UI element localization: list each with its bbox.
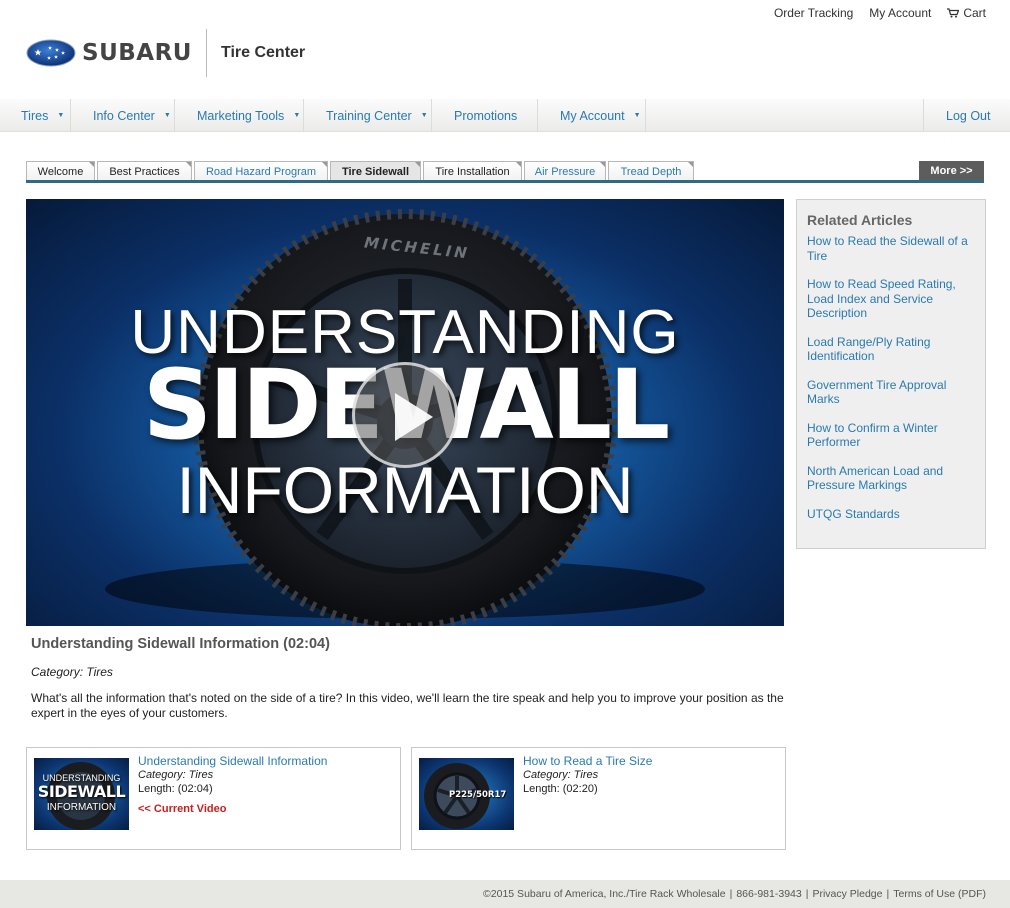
nav-log-out[interactable]: Log Out: [946, 99, 990, 132]
nav-divider: [923, 99, 924, 132]
logo-area[interactable]: SUBARU Tire Center: [26, 28, 305, 78]
related-article-link[interactable]: How to Confirm a Winter Performer: [807, 421, 975, 450]
nav-marketing-tools-label: Marketing Tools: [197, 108, 285, 123]
tab-tire-installation-label: Tire Installation: [435, 165, 510, 178]
nav-info-center-label: Info Center: [93, 108, 155, 123]
brand-name: SUBARU: [82, 40, 192, 66]
tab-corner: [600, 162, 605, 167]
main-nav: Tires ▼ Info Center ▼ Marketing Tools ▼ Tra…: [0, 99, 1010, 132]
thumb-line3: INFORMATION: [46, 802, 117, 813]
tab-corner: [186, 162, 191, 167]
more-tabs-button[interactable]: More >>: [919, 161, 984, 180]
site-subtitle: Tire Center: [220, 44, 306, 61]
tab-tire-installation[interactable]: Tire Installation: [423, 161, 522, 181]
nav-tires[interactable]: Tires ▼: [21, 99, 64, 132]
nav-training-center-label: Training Center: [326, 108, 412, 123]
video-card: UNDERSTANDING SIDEWALL INFORMATION Under…: [26, 747, 401, 850]
thumb-line2: SIDEWALL: [37, 782, 126, 801]
tab-corner: [415, 162, 420, 167]
footer-phone: 866-981-3943: [736, 888, 802, 900]
chevron-down-icon: ▼: [163, 112, 171, 119]
nav-marketing-tools[interactable]: Marketing Tools ▼: [197, 99, 300, 132]
chevron-down-icon: ▼: [633, 112, 641, 119]
video-thumbnail[interactable]: UNDERSTANDING SIDEWALL INFORMATION: [34, 758, 129, 830]
related-article-link[interactable]: How to Read Speed Rating, Load Index and…: [807, 277, 975, 321]
tab-best-practices-label: Best Practices: [109, 165, 180, 178]
chevron-down-icon: ▼: [420, 112, 428, 119]
video-card-title[interactable]: How to Read a Tire Size: [523, 754, 652, 768]
nav-divider: [645, 99, 646, 132]
tab-welcome[interactable]: Welcome: [26, 161, 95, 181]
current-video-label: << Current Video: [138, 803, 227, 815]
tire-size-label: P225/50R17: [449, 790, 507, 800]
video-player[interactable]: MICHELIN UNDERSTANDING SIDEWALL INFORMAT…: [26, 199, 784, 626]
video-title: Understanding Sidewall Information (02:0…: [31, 636, 330, 652]
cart-icon: [947, 8, 960, 18]
content-tabs: Welcome Best Practices Road Hazard Progr…: [26, 161, 984, 181]
related-article-link[interactable]: Government Tire Approval Marks: [807, 378, 975, 407]
related-article-link[interactable]: North American Load and Pressure Marking…: [807, 464, 975, 493]
tab-underline: [26, 180, 984, 183]
tab-air-pressure-label: Air Pressure: [534, 165, 596, 178]
nav-divider: [303, 99, 304, 132]
tab-tire-sidewall[interactable]: Tire Sidewall: [330, 161, 421, 181]
tab-road-hazard-program[interactable]: Road Hazard Program: [194, 161, 328, 181]
footer-separator: |: [805, 888, 809, 900]
chevron-down-icon: ▼: [293, 112, 301, 119]
play-button[interactable]: [352, 362, 458, 468]
nav-promotions[interactable]: Promotions: [454, 99, 517, 132]
nav-training-center[interactable]: Training Center ▼: [326, 99, 428, 132]
video-description: What's all the information that's noted …: [31, 691, 784, 720]
video-card-category: Category: Tires: [138, 769, 214, 781]
cart-label: Cart: [963, 6, 986, 20]
tab-best-practices[interactable]: Best Practices: [97, 161, 192, 181]
tab-welcome-label: Welcome: [37, 165, 84, 178]
tab-tread-depth-label: Tread Depth: [620, 165, 682, 178]
video-card-category: Category: Tires: [523, 769, 599, 781]
tab-tread-depth[interactable]: Tread Depth: [608, 161, 694, 181]
video-card-length: Length: (02:04): [138, 783, 213, 795]
nav-divider: [431, 99, 432, 132]
related-articles-panel: Related Articles How to Read the Sidewal…: [796, 199, 986, 549]
video-card-title[interactable]: Understanding Sidewall Information: [138, 754, 327, 768]
terms-of-use-link[interactable]: Terms of Use (PDF): [893, 888, 986, 900]
related-article-link[interactable]: How to Read the Sidewall of a Tire: [807, 234, 975, 263]
nav-my-account-label: My Account: [560, 108, 625, 123]
video-card: P225/50R17 How to Read a Tire Size Categ…: [411, 747, 786, 850]
tab-corner: [688, 162, 693, 167]
tab-corner: [516, 162, 521, 167]
nav-log-out-label: Log Out: [946, 108, 991, 123]
nav-divider: [70, 99, 71, 132]
tab-corner: [322, 162, 327, 167]
privacy-pledge-link[interactable]: Privacy Pledge: [812, 888, 882, 900]
footer-separator: |: [729, 888, 733, 900]
tab-tire-sidewall-label: Tire Sidewall: [341, 165, 410, 178]
related-article-link[interactable]: Load Range/Ply Rating Identification: [807, 335, 975, 364]
my-account-link[interactable]: My Account: [869, 6, 931, 20]
related-article-link[interactable]: UTQG Standards: [807, 507, 975, 522]
nav-info-center[interactable]: Info Center ▼: [93, 99, 171, 132]
footer-separator: |: [886, 888, 890, 900]
footer: ©2015 Subaru of America, Inc./Tire Rack …: [0, 880, 1010, 908]
cart-link[interactable]: Cart: [947, 6, 986, 20]
logo-divider: [205, 29, 207, 77]
utility-links: Order Tracking My Account Cart: [774, 6, 986, 20]
video-thumbnail[interactable]: P225/50R17: [419, 758, 514, 830]
footer-copyright: ©2015 Subaru of America, Inc./Tire Rack …: [483, 888, 726, 900]
related-articles-heading: Related Articles: [807, 212, 913, 228]
video-category: Category: Tires: [31, 665, 113, 679]
tab-corner: [89, 162, 94, 167]
nav-divider: [537, 99, 538, 132]
tab-air-pressure[interactable]: Air Pressure: [524, 161, 606, 181]
subaru-logo-icon: [26, 39, 76, 67]
nav-promotions-label: Promotions: [454, 108, 518, 123]
nav-tires-label: Tires: [21, 108, 49, 123]
tab-road-hazard-program-label: Road Hazard Program: [205, 165, 317, 178]
nav-divider: [174, 99, 175, 132]
order-tracking-link[interactable]: Order Tracking: [774, 6, 853, 20]
video-card-length: Length: (02:20): [523, 783, 598, 795]
nav-my-account[interactable]: My Account ▼: [560, 99, 641, 132]
chevron-down-icon: ▼: [57, 112, 65, 119]
play-icon: [395, 393, 433, 441]
